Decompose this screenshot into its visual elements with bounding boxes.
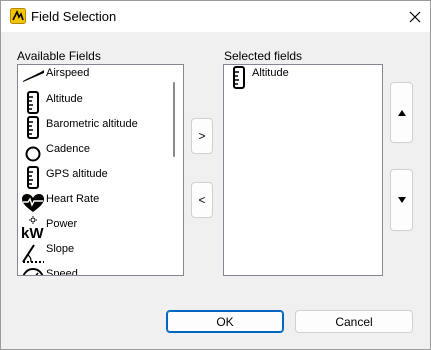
app-icon [10,8,26,24]
selected-fields-list[interactable]: Altitude [223,64,383,276]
list-item[interactable]: Barometric altitude [20,115,170,140]
list-item[interactable]: Airspeed [20,65,170,90]
close-icon [409,11,420,22]
list-item-label: Barometric altitude [46,118,138,130]
available-fields-label: Available Fields [17,49,101,63]
remove-field-button[interactable]: < [191,182,213,218]
svg-text:kW: kW [21,225,44,240]
list-item[interactable]: GPS altitude [20,165,170,190]
list-item-label: Heart Rate [46,193,100,205]
list-item-label: Cadence [46,143,91,155]
speed-icon [20,265,46,275]
list-item[interactable]: Heart Rate [20,190,170,215]
list-item[interactable]: Speed [20,265,170,276]
list-item-label: Airspeed [46,67,90,79]
ok-button[interactable]: OK [166,310,284,333]
slope-icon [20,240,46,265]
cadence-icon [20,140,46,165]
ruler-icon [20,115,46,140]
list-item-label: Speed [46,268,78,276]
list-item-label: Altitude [252,67,289,79]
list-item-label: Altitude [46,93,83,105]
add-field-button[interactable]: > [191,118,213,154]
available-fields-list[interactable]: Airspeed Altitude Barometric altitude Ca… [17,64,184,276]
list-item-label: Power [46,218,78,230]
field-selection-dialog: Field Selection Available Fields Airspee… [0,0,431,350]
list-item[interactable]: Cadence [20,140,170,165]
move-up-button[interactable] [390,82,413,143]
close-button[interactable] [399,1,430,32]
heart-rate-icon [20,190,46,215]
ruler-icon [226,65,252,90]
list-item-label: Slope [46,243,75,255]
window-title: Field Selection [31,9,117,24]
list-item-label: GPS altitude [46,168,108,180]
move-down-button[interactable] [390,169,413,231]
arrow-up-icon [397,109,406,116]
ruler-icon [20,90,46,115]
ruler-icon [20,165,46,190]
airspeed-icon [20,65,46,90]
list-item[interactable]: Altitude [20,90,170,115]
scrollbar-thumb[interactable] [173,82,175,157]
power-icon: kW [20,215,46,242]
arrow-down-icon [397,197,406,203]
list-item[interactable]: Slope [20,240,170,265]
title-bar: Field Selection [1,1,430,32]
list-item[interactable]: kW Power [20,215,170,242]
cancel-button[interactable]: Cancel [295,310,413,333]
list-item[interactable]: Altitude [226,65,376,90]
selected-fields-label: Selected fields [224,49,303,63]
